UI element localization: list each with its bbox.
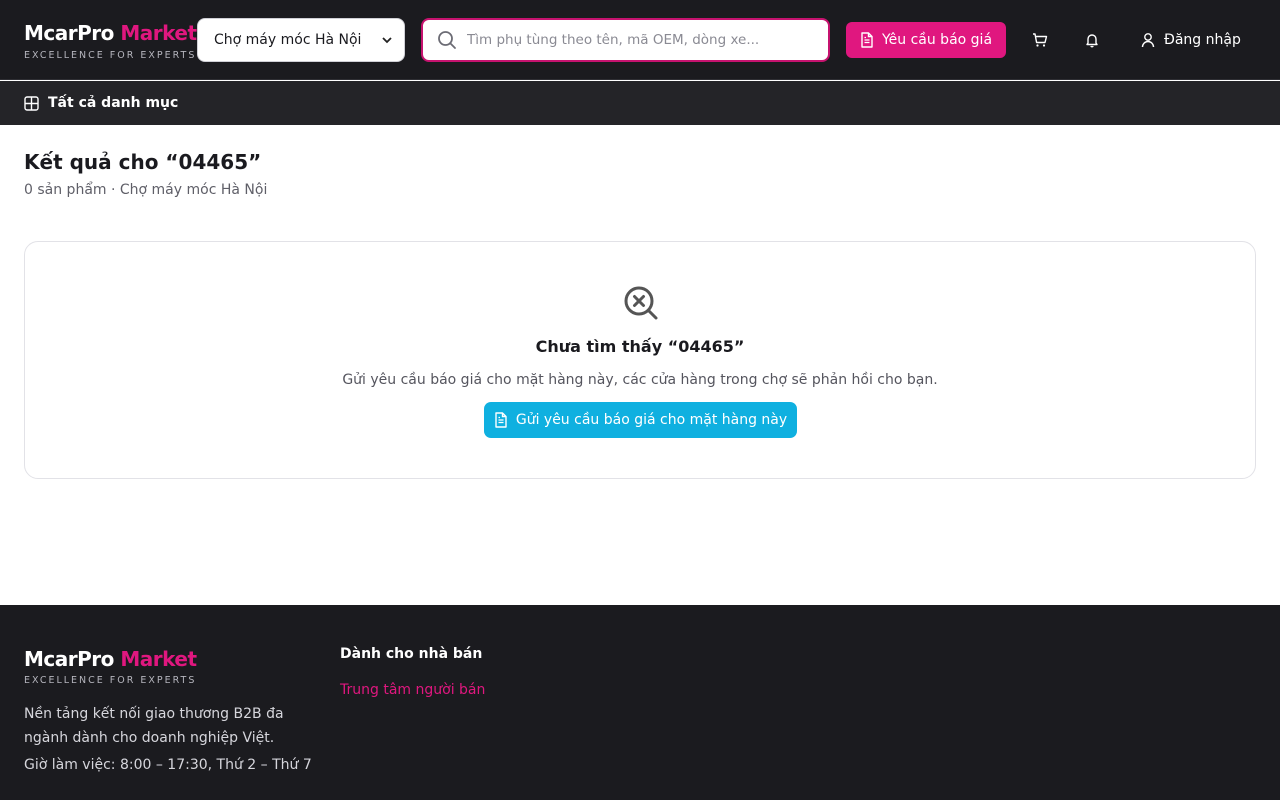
market-select[interactable]: Chợ máy móc Hà Nội xyxy=(197,18,405,62)
empty-state-card: Chưa tìm thấy “04465” Gửi yêu cầu báo gi… xyxy=(24,241,1256,479)
bell-icon xyxy=(1086,34,1098,48)
page-title: Kết quả cho “04465” xyxy=(24,150,262,174)
footer-tagline: EXCELLENCE FOR EXPERTS xyxy=(24,675,197,686)
footer-hours: Giờ làm việc: 8:00 – 17:30, Thứ 2 – Thứ … xyxy=(24,757,312,773)
all-categories-button[interactable]: Tất cả danh mục xyxy=(0,81,1280,125)
footer-brand-accent-text: Market xyxy=(120,647,197,671)
logo[interactable]: McarPro Market EXCELLENCE FOR EXPERTS xyxy=(24,21,197,62)
seller-center-link[interactable]: Trung tâm người bán xyxy=(340,682,485,698)
search-box xyxy=(421,18,830,62)
top-header: McarPro Market EXCELLENCE FOR EXPERTS Ch… xyxy=(0,0,1280,80)
all-categories-label: Tất cả danh mục xyxy=(48,95,179,111)
brand-name: McarPro Market xyxy=(24,21,197,45)
footer-description: Nền tảng kết nối giao thương B2B đa ngàn… xyxy=(24,706,284,746)
grid-icon xyxy=(24,95,39,111)
empty-state-description: Gửi yêu cầu báo giá cho mặt hàng này, cá… xyxy=(342,372,938,388)
user-icon xyxy=(1141,33,1155,48)
request-quote-button[interactable]: Yêu cầu báo giá xyxy=(846,22,1006,58)
document-icon xyxy=(495,412,507,428)
login-button[interactable]: Đăng nhập xyxy=(1140,28,1241,52)
footer-brand-name: McarPro Market xyxy=(24,647,197,671)
notifications-button[interactable] xyxy=(1080,28,1104,52)
results-count: 0 sản phẩm · Chợ máy móc Hà Nội xyxy=(24,182,268,198)
request-quote-label: Yêu cầu báo giá xyxy=(881,32,993,48)
search-icon xyxy=(438,31,456,49)
send-quote-request-label: Gửi yêu cầu báo giá cho mặt hàng này xyxy=(515,412,788,428)
brand-main-text: McarPro xyxy=(24,21,114,45)
market-select-value: Chợ máy móc Hà Nội xyxy=(214,32,362,48)
footer-brand-main-text: McarPro xyxy=(24,647,114,671)
brand-accent-text: Market xyxy=(120,21,197,45)
brand-tagline: EXCELLENCE FOR EXPERTS xyxy=(24,50,197,61)
search-not-found-icon xyxy=(624,286,658,320)
cart-button[interactable] xyxy=(1028,28,1052,52)
empty-state-title: Chưa tìm thấy “04465” xyxy=(535,337,745,356)
document-icon xyxy=(861,32,873,48)
footer: McarPro Market EXCELLENCE FOR EXPERTS Nề… xyxy=(0,605,1280,800)
login-label: Đăng nhập xyxy=(1164,32,1241,48)
chevron-down-icon xyxy=(382,37,392,44)
search-input[interactable] xyxy=(467,32,807,48)
footer-logo[interactable]: McarPro Market EXCELLENCE FOR EXPERTS xyxy=(24,647,197,687)
footer-seller-heading: Dành cho nhà bán xyxy=(340,646,483,662)
send-quote-request-button[interactable]: Gửi yêu cầu báo giá cho mặt hàng này xyxy=(484,402,797,438)
cart-icon xyxy=(1033,33,1048,47)
